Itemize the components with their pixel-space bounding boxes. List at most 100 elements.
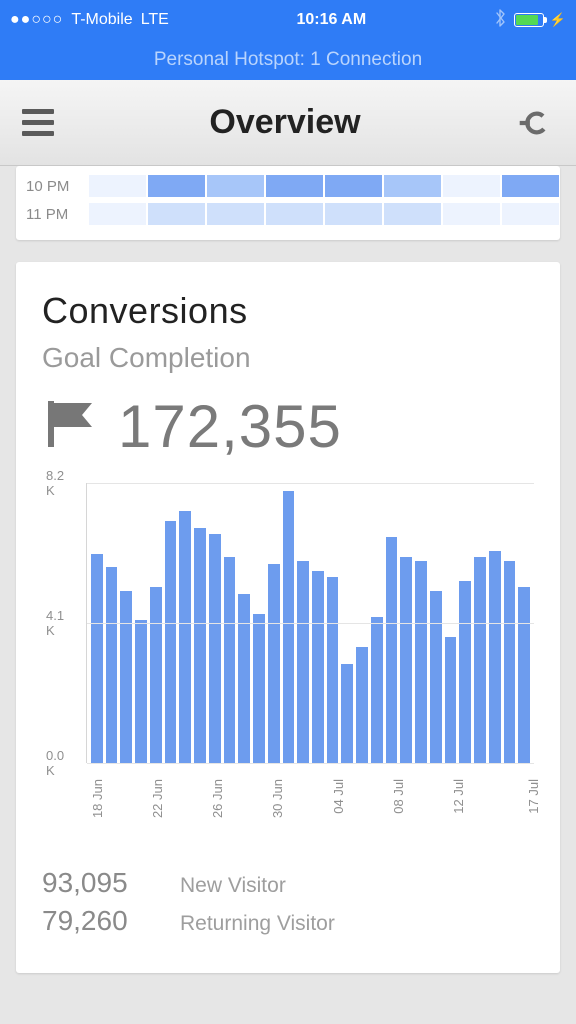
- x-tick: 04 Jul: [331, 779, 346, 814]
- x-tick: 08 Jul: [391, 779, 406, 814]
- carrier-label: T-Mobile: [71, 11, 132, 29]
- chart-bar: [474, 557, 486, 763]
- chart-bar: [459, 581, 471, 763]
- heat-cell: [265, 174, 324, 198]
- heat-cell: [265, 202, 324, 226]
- chart-bar: [312, 571, 324, 763]
- chart-bar: [179, 511, 191, 763]
- nav-header: Overview: [0, 80, 576, 166]
- page-title: Overview: [209, 103, 360, 142]
- flag-icon: [42, 395, 100, 458]
- status-left: ●●○○○ T-Mobile LTE: [10, 11, 169, 29]
- menu-button[interactable]: [22, 109, 54, 136]
- chart-bar: [415, 561, 427, 763]
- chart-bar: [238, 594, 250, 763]
- chart-bar: [135, 620, 147, 763]
- battery-icon: [514, 13, 544, 27]
- heat-cell: [206, 202, 265, 226]
- chart-bar: [120, 591, 132, 763]
- status-time: 10:16 AM: [297, 11, 367, 29]
- chart-bar: [224, 557, 236, 763]
- heat-cell: [88, 174, 147, 198]
- heat-cell: [206, 174, 265, 198]
- chart-bar: [400, 557, 412, 763]
- refresh-icon: [518, 106, 552, 140]
- y-tick: 4.1 K: [46, 608, 64, 638]
- chart-bar: [430, 591, 442, 763]
- x-tick: 26 Jun: [210, 779, 225, 818]
- y-tick: 8.2 K: [46, 468, 64, 498]
- heatmap-card-tail[interactable]: 10 PM 11 PM: [16, 166, 560, 240]
- conversions-stats: 93,095 New Visitor 79,260 Returning Visi…: [42, 867, 534, 937]
- chart-bar: [268, 564, 280, 763]
- chart-bars: [91, 491, 530, 763]
- chart-bar: [341, 664, 353, 764]
- stat-value: 79,260: [42, 905, 162, 937]
- heat-cells: [88, 202, 560, 226]
- heat-cell: [324, 174, 383, 198]
- heat-row-label: 11 PM: [26, 206, 88, 223]
- chart-plot: [86, 483, 534, 763]
- conversions-card[interactable]: Conversions Goal Completion 172,355 0.0 …: [16, 262, 560, 973]
- heat-cell: [442, 174, 501, 198]
- stat-label: New Visitor: [180, 874, 286, 898]
- charging-icon: ⚡: [550, 12, 566, 28]
- y-tick: 0.0 K: [46, 748, 64, 778]
- chart-bar: [253, 614, 265, 763]
- chart-bar: [150, 587, 162, 763]
- stat-value: 93,095: [42, 867, 162, 899]
- chart-bar: [91, 554, 103, 763]
- heat-cell: [324, 202, 383, 226]
- chart-bar: [165, 521, 177, 763]
- chart-bar: [327, 577, 339, 763]
- x-tick: 18 Jun: [90, 779, 105, 818]
- heat-cell: [383, 202, 442, 226]
- hotspot-text: Personal Hotspot: 1 Connection: [154, 49, 422, 71]
- conversions-subtitle: Goal Completion: [42, 342, 534, 374]
- conversions-total-row: 172,355: [42, 392, 534, 461]
- heat-cell: [147, 174, 206, 198]
- chart-bar: [386, 537, 398, 763]
- chart-bar: [283, 491, 295, 763]
- x-tick: 22 Jun: [150, 779, 165, 818]
- chart-bar: [489, 551, 501, 763]
- conversions-total: 172,355: [118, 392, 342, 461]
- heat-cell: [383, 174, 442, 198]
- stat-returning-visitor: 79,260 Returning Visitor: [42, 905, 534, 937]
- heat-cells: [88, 174, 560, 198]
- heat-row: 10 PM: [26, 172, 560, 200]
- conversions-title: Conversions: [42, 290, 534, 332]
- refresh-button[interactable]: [516, 104, 554, 142]
- heat-row-label: 10 PM: [26, 178, 88, 195]
- hotspot-bar[interactable]: Personal Hotspot: 1 Connection: [0, 40, 576, 80]
- chart-bar: [504, 561, 516, 763]
- status-bar: ●●○○○ T-Mobile LTE 10:16 AM ⚡: [0, 0, 576, 40]
- chart-bar: [518, 587, 530, 763]
- heat-cell: [147, 202, 206, 226]
- x-tick: 17 Jul: [526, 779, 541, 814]
- content-scroll[interactable]: 10 PM 11 PM Conversions Goal Completion 1…: [0, 166, 576, 1024]
- chart-bar: [297, 561, 309, 763]
- heat-cell: [501, 174, 560, 198]
- stat-label: Returning Visitor: [180, 912, 335, 936]
- hamburger-icon: [22, 109, 54, 114]
- heat-cell: [442, 202, 501, 226]
- chart-bar: [194, 528, 206, 764]
- stat-new-visitor: 93,095 New Visitor: [42, 867, 534, 899]
- chart-bar: [356, 647, 368, 763]
- heat-row: 11 PM: [26, 200, 560, 228]
- chart-bar: [371, 617, 383, 763]
- chart-bar: [106, 567, 118, 763]
- conversions-chart: 0.0 K4.1 K8.2 K: [46, 483, 534, 763]
- signal-dots-icon: ●●○○○: [10, 11, 63, 29]
- chart-bar: [445, 637, 457, 763]
- x-tick: 30 Jun: [270, 779, 285, 818]
- bluetooth-icon: [494, 8, 508, 33]
- status-right: ⚡: [494, 8, 566, 33]
- chart-bar: [209, 534, 221, 763]
- heat-cell: [501, 202, 560, 226]
- heat-cell: [88, 202, 147, 226]
- network-label: LTE: [141, 11, 169, 29]
- x-tick: 12 Jul: [451, 779, 466, 814]
- x-axis-ticks: 18 Jun 22 Jun 26 Jun 30 Jun 04 Jul 08 Jul 12 J…: [82, 775, 534, 827]
